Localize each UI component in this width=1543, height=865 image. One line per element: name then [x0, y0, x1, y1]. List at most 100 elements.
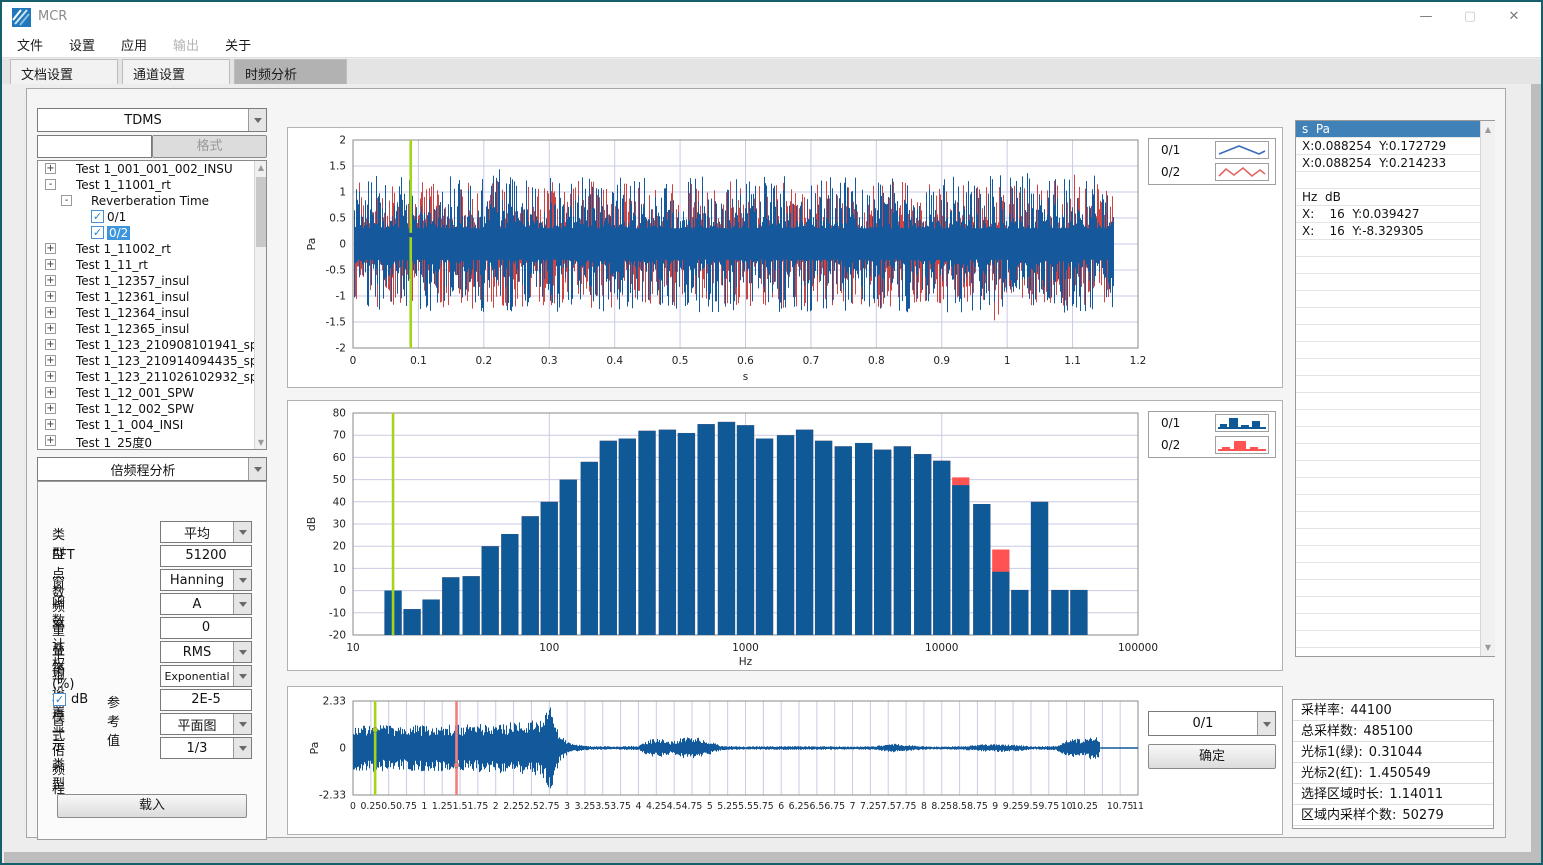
menu-item-0[interactable]: 文件 — [17, 35, 43, 54]
tree-item-label[interactable]: Test 1_12_002_SPW — [76, 402, 194, 416]
readout-row[interactable] — [1296, 461, 1480, 478]
menu-item-4[interactable]: 关于 — [225, 35, 251, 54]
minimize-button[interactable]: — — [1405, 2, 1447, 32]
tree-expand-icon[interactable]: + — [45, 323, 56, 334]
tree-expand-icon[interactable]: + — [45, 355, 56, 366]
readout-row[interactable] — [1296, 563, 1480, 580]
readout-row[interactable] — [1296, 444, 1480, 461]
tree-item-label[interactable]: Test 1_12357_insul — [76, 274, 189, 288]
tree-expand-icon[interactable]: + — [45, 403, 56, 414]
chevron-down-icon[interactable] — [233, 642, 251, 662]
chevron-down-icon[interactable] — [248, 109, 266, 131]
readout-row[interactable] — [1296, 512, 1480, 529]
tree-item-label[interactable]: 0/1 — [107, 210, 126, 224]
tree-expand-icon[interactable]: + — [45, 163, 56, 174]
readout-row[interactable] — [1296, 342, 1480, 359]
tree-item-label[interactable]: Test 1_12365_insul — [76, 322, 189, 336]
full-record-chart[interactable]: 2.330-2.3300.250.50.7511.251.51.7522.252… — [288, 687, 1284, 836]
readout-scrollbar[interactable]: ▲▼ — [1480, 121, 1495, 656]
setting-input-7[interactable]: 2E-5 — [160, 689, 252, 711]
scroll-down-icon[interactable]: ▼ — [255, 436, 267, 449]
scroll-down-icon[interactable]: ▼ — [1481, 641, 1495, 654]
legend-bars-icon[interactable] — [1215, 414, 1269, 432]
tree-item-label[interactable]: Test 1_25度0 — [76, 434, 152, 450]
tree-expand-icon[interactable]: + — [45, 243, 56, 254]
tree-expand-icon[interactable]: + — [45, 275, 56, 286]
tree-item-label[interactable]: 0/2 — [107, 226, 130, 240]
setting-select-8[interactable]: 平面图 — [160, 713, 252, 735]
readout-header-row[interactable]: s Pa — [1296, 121, 1480, 138]
readout-row[interactable] — [1296, 427, 1480, 444]
setting-select-5[interactable]: RMS — [160, 641, 252, 663]
tab-1[interactable]: 通道设置 — [122, 59, 230, 84]
readout-row[interactable] — [1296, 529, 1480, 546]
tab-0[interactable]: 文档设置 — [10, 59, 118, 84]
chevron-down-icon[interactable] — [233, 594, 251, 614]
tree-expand-icon[interactable]: + — [45, 291, 56, 302]
setting-select-6[interactable]: Exponential — [160, 665, 252, 687]
readout-row[interactable] — [1296, 410, 1480, 427]
scroll-up-icon[interactable]: ▲ — [255, 161, 267, 174]
readout-row[interactable] — [1296, 597, 1480, 614]
legend-line-icon[interactable] — [1215, 163, 1269, 181]
tree-item-label[interactable]: Test 1_11002_rt — [76, 242, 171, 256]
chevron-down-icon[interactable] — [1257, 712, 1275, 735]
tree-item-label[interactable]: Reverberation Time — [91, 194, 209, 208]
tree-item-label[interactable]: Test 1_12_001_SPW — [76, 386, 194, 400]
legend-bars-icon[interactable] — [1215, 436, 1269, 454]
scrollbar-thumb[interactable] — [256, 177, 266, 247]
tree-item-label[interactable]: Test 1_123_210908101941_spw — [76, 338, 267, 352]
tab-2[interactable]: 时频分析 — [234, 59, 347, 84]
close-button[interactable]: ✕ — [1493, 2, 1535, 32]
readout-row[interactable] — [1296, 393, 1480, 410]
setting-select-9[interactable]: 1/3 — [160, 737, 252, 759]
chevron-down-icon[interactable] — [233, 714, 251, 734]
checkbox-checked-icon[interactable]: ✓ — [91, 226, 104, 239]
readout-row[interactable] — [1296, 546, 1480, 563]
tree-item-label[interactable]: Test 1_11_rt — [76, 258, 148, 272]
readout-row[interactable] — [1296, 291, 1480, 308]
tree-item-label[interactable]: Test 1_001_001_002_INSU — [76, 162, 233, 176]
readout-row[interactable] — [1296, 257, 1480, 274]
readout-row[interactable] — [1296, 172, 1480, 189]
setting-input-1[interactable]: 51200 — [160, 545, 252, 567]
tree-expand-icon[interactable]: + — [45, 387, 56, 398]
readout-row[interactable] — [1296, 631, 1480, 648]
tree-item-label[interactable]: Test 1_1_004_INSI — [76, 418, 183, 432]
analysis-type-select[interactable]: 倍频程分析 — [37, 457, 267, 481]
chevron-down-icon[interactable] — [233, 738, 251, 758]
readout-row[interactable]: X:0.088254 Y:0.214233 — [1296, 155, 1480, 172]
readout-row[interactable] — [1296, 614, 1480, 631]
time-waveform-chart[interactable]: -2-1.5-1-0.500.511.5200.10.20.30.40.50.6… — [288, 128, 1284, 389]
tree-scrollbar[interactable]: ▲▼ — [254, 161, 267, 449]
confirm-button[interactable]: 确定 — [1148, 744, 1276, 769]
readout-row[interactable] — [1296, 478, 1480, 495]
readout-row[interactable] — [1296, 359, 1480, 376]
readout-row[interactable] — [1296, 325, 1480, 342]
tree-item-label[interactable]: Test 1_123_211026102932_spw — [76, 370, 267, 384]
chevron-down-icon[interactable] — [233, 666, 251, 686]
vertical-scrollbar[interactable] — [1531, 84, 1541, 863]
horizontal-scrollbar[interactable] — [4, 852, 1531, 863]
spectrum-chart[interactable]: -20-100102030405060708010100100010000100… — [288, 401, 1284, 672]
tree-item-label[interactable]: Test 1_12361_insul — [76, 290, 189, 304]
setting-select-2[interactable]: Hanning — [160, 569, 252, 591]
readout-row[interactable]: X: 16 Y:0.039427 — [1296, 206, 1480, 223]
readout-row[interactable] — [1296, 240, 1480, 257]
menu-item-2[interactable]: 应用 — [121, 35, 147, 54]
legend-line-icon[interactable] — [1215, 141, 1269, 159]
filter-input[interactable] — [37, 135, 152, 158]
chevron-down-icon[interactable] — [233, 570, 251, 590]
readout-row[interactable] — [1296, 376, 1480, 393]
readout-row[interactable]: X:0.088254 Y:0.172729 — [1296, 138, 1480, 155]
setting-input-4[interactable]: 0 — [160, 617, 252, 639]
file-format-select[interactable]: TDMS — [37, 108, 267, 132]
tree-expand-icon[interactable]: + — [45, 307, 56, 318]
record-channel-select[interactable]: 0/1 — [1148, 711, 1276, 736]
chevron-down-icon[interactable] — [248, 458, 266, 480]
tree-collapse-icon[interactable]: - — [45, 179, 56, 190]
checkbox-checked-icon[interactable]: ✓ — [91, 210, 104, 223]
db-checkbox[interactable]: ✓ — [53, 693, 66, 706]
tree-expand-icon[interactable]: + — [45, 435, 56, 446]
tree-expand-icon[interactable]: + — [45, 259, 56, 270]
